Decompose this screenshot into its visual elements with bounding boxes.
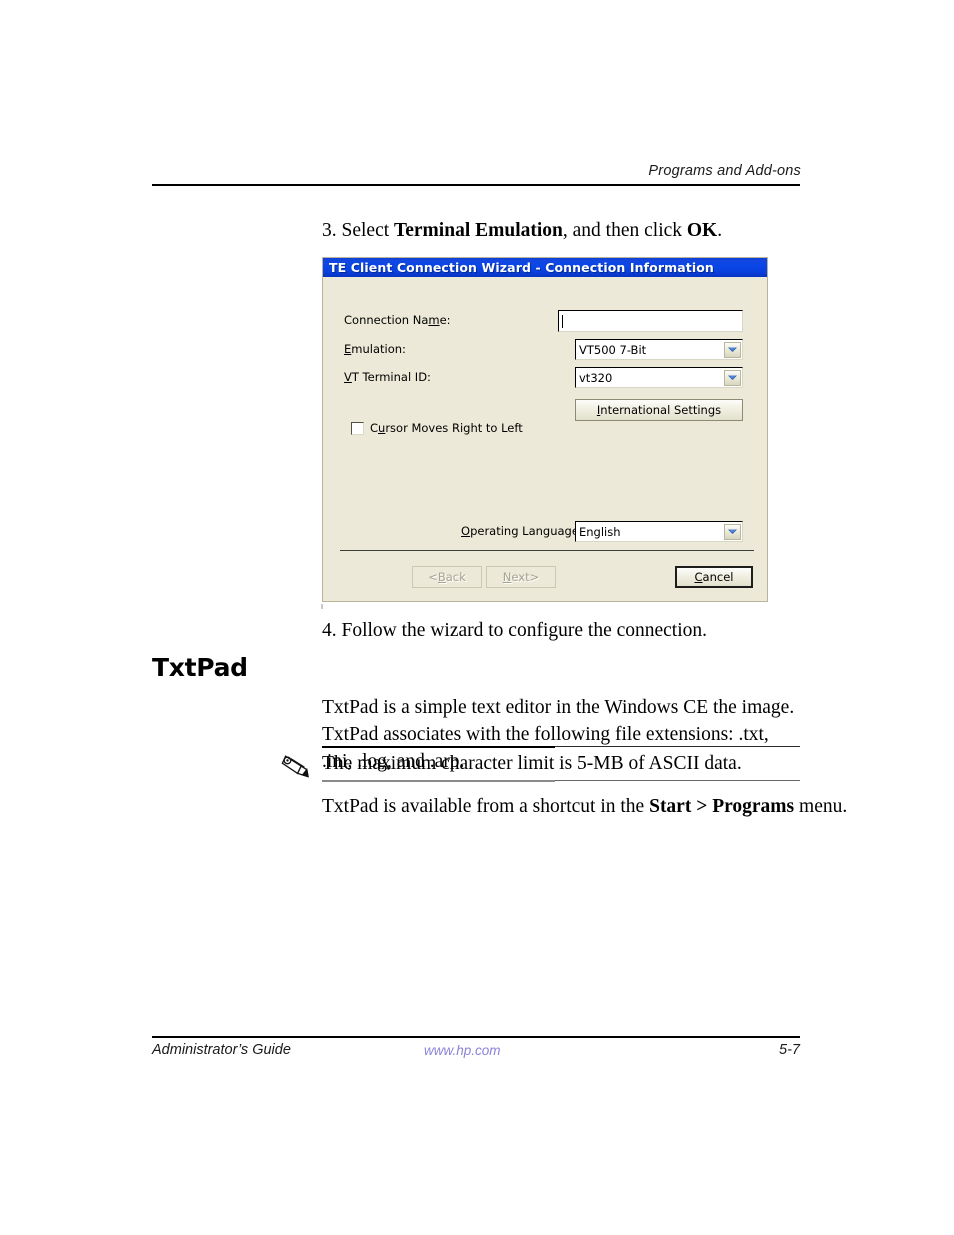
operating-language-label: Operating Language: bbox=[461, 524, 583, 538]
text-caret bbox=[562, 314, 563, 328]
cursor-moves-right-to-left-checkbox[interactable]: Cursor Moves Right to Left bbox=[351, 421, 523, 435]
scan-artifact bbox=[321, 604, 323, 609]
next-button-accel: N bbox=[502, 570, 512, 584]
vt-terminal-id-label-accel: V bbox=[344, 370, 352, 384]
emulation-combobox[interactable]: VT500 7-Bit bbox=[575, 339, 743, 360]
operating-language-label-post: perating Language: bbox=[470, 524, 583, 538]
page-footer: Administrator’s Guide www.hp.com 5-7 bbox=[152, 1042, 800, 1062]
cursor-moves-right-to-left-label: Cursor Moves Right to Left bbox=[370, 421, 523, 435]
cancel-button[interactable]: Cancel bbox=[675, 566, 753, 588]
header-rule bbox=[152, 184, 800, 186]
step-4-text: 4. Follow the wizard to configure the co… bbox=[322, 620, 708, 641]
back-button-pre: < bbox=[428, 570, 438, 584]
checkbox-box[interactable] bbox=[351, 421, 364, 435]
checkbox-label-pre: C bbox=[370, 421, 379, 435]
back-button-accel: B bbox=[437, 570, 446, 584]
dialog-title: TE Client Connection Wizard - Connection… bbox=[329, 260, 714, 275]
connection-name-label: Connection Name: bbox=[344, 313, 451, 327]
note-rule-top bbox=[322, 746, 800, 748]
international-settings-button[interactable]: International Settings bbox=[575, 399, 743, 421]
step-3-suffix: . bbox=[717, 220, 723, 241]
page-title: TxtPad bbox=[152, 653, 248, 682]
emulation-label: Emulation: bbox=[344, 342, 406, 356]
running-header: Programs and Add-ons bbox=[648, 163, 801, 179]
dialog-body: Connection Name: Emulation: VT500 7-Bit … bbox=[323, 277, 767, 601]
note-text: The maximum character limit is 5-MB of A… bbox=[322, 753, 742, 774]
dialog-titlebar: TE Client Connection Wizard - Connection… bbox=[323, 258, 767, 277]
footer-page-number: 5-7 bbox=[779, 1042, 800, 1058]
next-button-post: ext> bbox=[511, 570, 540, 584]
back-button[interactable]: < Back bbox=[412, 566, 482, 588]
cancel-button-post: ancel bbox=[702, 570, 734, 584]
outro-prefix: TxtPad is available from a shortcut in t… bbox=[322, 796, 650, 817]
connection-name-input[interactable] bbox=[558, 310, 743, 332]
checkbox-label-post: rsor Moves Right to Left bbox=[385, 421, 523, 435]
step-3-bold-ok: OK bbox=[686, 220, 718, 241]
emulation-label-post: mulation: bbox=[351, 342, 406, 356]
step-3-bold-terminal-emulation: Terminal Emulation bbox=[394, 220, 563, 241]
vt-terminal-id-combobox[interactable]: vt320 bbox=[575, 367, 743, 388]
next-button[interactable]: Next> bbox=[486, 566, 556, 588]
chevron-down-icon[interactable] bbox=[724, 523, 741, 540]
chevron-down-icon[interactable] bbox=[724, 341, 741, 358]
footer-rule bbox=[152, 1036, 800, 1038]
document-page: Programs and Add-ons 3. Select Terminal … bbox=[0, 0, 954, 1235]
note-rule-bottom bbox=[322, 780, 800, 782]
operating-language-label-accel: O bbox=[461, 524, 471, 538]
operating-language-value: English bbox=[579, 524, 621, 539]
operating-language-combobox[interactable]: English bbox=[575, 521, 743, 542]
footer-guide-name: Administrator’s Guide bbox=[152, 1042, 291, 1058]
outro-paragraph: TxtPad is available from a shortcut in t… bbox=[322, 794, 847, 821]
connection-name-label-post: e: bbox=[439, 313, 451, 327]
connection-name-label-pre: Connection Na bbox=[344, 313, 429, 327]
note-pencil-icon bbox=[279, 752, 313, 782]
step-3-prefix: 3. Select bbox=[322, 220, 395, 241]
chevron-down-icon[interactable] bbox=[724, 369, 741, 386]
dialog-separator bbox=[340, 550, 754, 551]
vt-terminal-id-value: vt320 bbox=[579, 370, 613, 385]
emulation-value: VT500 7-Bit bbox=[579, 342, 647, 357]
step-3-text: 3. Select Terminal Emulation, and then c… bbox=[322, 218, 722, 244]
cancel-button-accel: C bbox=[694, 570, 703, 584]
back-button-post: ack bbox=[445, 570, 466, 584]
connection-name-label-accel: m bbox=[428, 313, 440, 327]
footer-url[interactable]: www.hp.com bbox=[424, 1043, 501, 1058]
vt-terminal-id-label: VT Terminal ID: bbox=[344, 370, 431, 384]
te-client-connection-wizard-dialog: TE Client Connection Wizard - Connection… bbox=[322, 257, 768, 602]
international-settings-post: nternational Settings bbox=[600, 403, 722, 417]
outro-suffix: menu. bbox=[794, 796, 848, 817]
outro-bold-start-programs: Start > Programs bbox=[649, 796, 795, 817]
vt-terminal-id-label-post: T Terminal ID: bbox=[351, 370, 431, 384]
step-3-middle: , and then click bbox=[562, 220, 687, 241]
